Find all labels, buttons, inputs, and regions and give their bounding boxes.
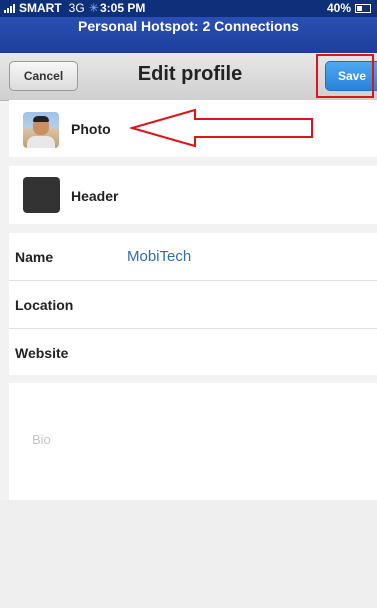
status-bar: SMART 3G ✳ 3:05 PM 40% bbox=[0, 0, 377, 17]
header-image bbox=[23, 177, 60, 213]
status-left: SMART 3G ✳ bbox=[4, 1, 99, 15]
annotation-arrow-icon bbox=[130, 108, 313, 148]
carrier-name: SMART bbox=[19, 1, 62, 15]
cancel-button[interactable]: Cancel bbox=[9, 61, 78, 91]
location-field[interactable]: Location bbox=[9, 281, 377, 329]
navigation-bar: Cancel Edit profile Save bbox=[0, 53, 377, 101]
save-highlight-box bbox=[316, 54, 374, 98]
battery-icon bbox=[355, 3, 371, 13]
bio-field[interactable]: Bio bbox=[9, 383, 377, 500]
photo-label: Photo bbox=[71, 121, 111, 137]
bio-placeholder: Bio bbox=[32, 432, 51, 447]
page-title: Edit profile bbox=[137, 63, 243, 85]
header-row[interactable]: Header bbox=[9, 166, 377, 224]
activity-spinner-icon: ✳ bbox=[88, 1, 99, 15]
signal-bars-icon bbox=[4, 3, 15, 13]
name-label: Name bbox=[15, 249, 54, 265]
location-label: Location bbox=[15, 297, 74, 313]
bottom-area bbox=[0, 500, 377, 608]
status-time: 3:05 PM bbox=[100, 1, 146, 15]
network-type: 3G bbox=[68, 1, 85, 15]
website-field[interactable]: Website bbox=[9, 329, 377, 376]
battery-percent: 40% bbox=[326, 1, 351, 15]
website-label: Website bbox=[15, 345, 69, 361]
avatar bbox=[23, 112, 59, 148]
header-label: Header bbox=[71, 188, 119, 204]
name-field[interactable]: Name MobiTech bbox=[9, 233, 377, 281]
profile-fields: Name MobiTech Location Website bbox=[9, 233, 377, 375]
hotspot-text: Personal Hotspot: 2 Connections bbox=[78, 18, 299, 34]
name-value[interactable]: MobiTech bbox=[127, 248, 191, 265]
hotspot-banner[interactable]: Personal Hotspot: 2 Connections bbox=[0, 17, 377, 53]
status-right: 40% bbox=[327, 1, 371, 15]
